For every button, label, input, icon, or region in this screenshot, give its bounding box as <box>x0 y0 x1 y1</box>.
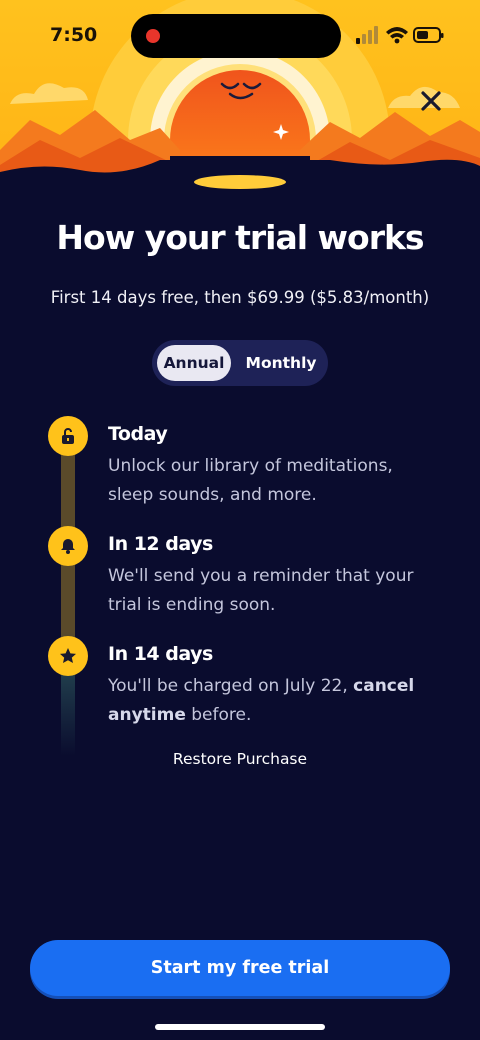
battery-icon <box>413 27 444 43</box>
restore-purchase-link[interactable]: Restore Purchase <box>0 750 480 768</box>
page-title: How your trial works <box>56 218 424 257</box>
step-today-description: Unlock our library of meditations, sleep… <box>108 456 393 505</box>
step-14-days-description-end: before. <box>185 705 252 725</box>
step-14-days-description-start: You'll be charged on July 22, <box>108 676 354 696</box>
status-icons <box>356 24 444 46</box>
start-free-trial-button[interactable]: Start my free trial <box>30 940 450 996</box>
status-time: 7:50 <box>50 24 98 46</box>
unlock-icon <box>48 416 88 456</box>
home-indicator <box>155 1024 325 1030</box>
recording-indicator-icon <box>146 29 160 43</box>
step-12-days-description: We'll send you a reminder that your tria… <box>108 566 414 615</box>
wifi-icon <box>386 27 408 44</box>
step-14-days-description: You'll be charged on July 22, cancel any… <box>108 672 438 730</box>
plan-toggle: Annual Monthly <box>152 340 328 386</box>
step-12-days-title: In 12 days <box>108 533 213 555</box>
close-button[interactable] <box>414 84 448 118</box>
timeline-track <box>61 446 75 756</box>
pricing-subtitle: First 14 days free, then $69.99 ($5.83/m… <box>50 288 430 307</box>
dynamic-island <box>131 14 341 58</box>
star-icon <box>48 636 88 676</box>
bell-icon <box>48 526 88 566</box>
step-today-title: Today <box>108 423 168 445</box>
plan-option-monthly[interactable]: Monthly <box>238 345 324 381</box>
cellular-signal-icon <box>356 26 378 44</box>
step-14-days-title: In 14 days <box>108 643 213 665</box>
close-icon <box>421 91 441 111</box>
plan-option-annual[interactable]: Annual <box>157 345 231 381</box>
